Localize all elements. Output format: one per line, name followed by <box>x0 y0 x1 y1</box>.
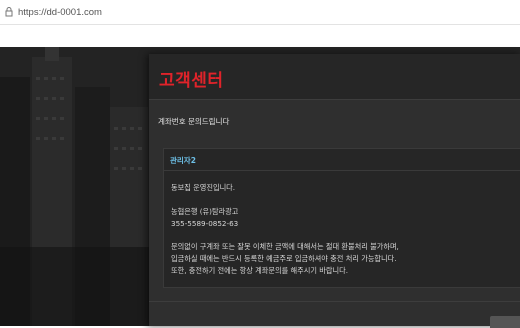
message-line: 355-5589-0852-63 <box>171 219 239 228</box>
message-line: 문의없이 구계좌 또는 잘못 이체한 금액에 대해서는 절대 환불처리 불가하며… <box>171 242 399 251</box>
url-text[interactable]: https://dd-0001.com <box>18 7 102 18</box>
customer-center-modal: 고객센터 계좌번호 문의드립니다 관리자2 동보집 운영진입니다. 농협은행 (… <box>149 54 520 328</box>
message-line: 농협은행 (유)탐라광고 <box>171 207 239 216</box>
message-line: 입금하실 때에는 반드시 등록한 예금주로 입금하셔야 충전 처리 가능합니다. <box>171 254 397 263</box>
message-card: 관리자2 동보집 운영진입니다. 농협은행 (유)탐라광고 355-5589-0… <box>163 148 520 288</box>
message-line: 동보집 운영진입니다. <box>171 183 236 192</box>
inquiry-subject: 계좌번호 문의드립니다 <box>158 117 230 126</box>
message-author: 관리자2 <box>170 156 196 165</box>
page-top-strip <box>0 25 520 47</box>
modal-header: 고객센터 <box>149 54 520 100</box>
modal-action-button[interactable] <box>490 316 520 328</box>
message-line: 또한, 충전하기 전에는 항상 계좌문의를 해주시기 바랍니다. <box>171 266 348 275</box>
browser-address-bar[interactable]: https://dd-0001.com <box>0 0 520 25</box>
modal-title: 고객센터 <box>159 71 224 91</box>
modal-footer-divider <box>149 301 520 302</box>
message-divider <box>164 170 520 171</box>
site-info-icon[interactable] <box>5 7 13 17</box>
